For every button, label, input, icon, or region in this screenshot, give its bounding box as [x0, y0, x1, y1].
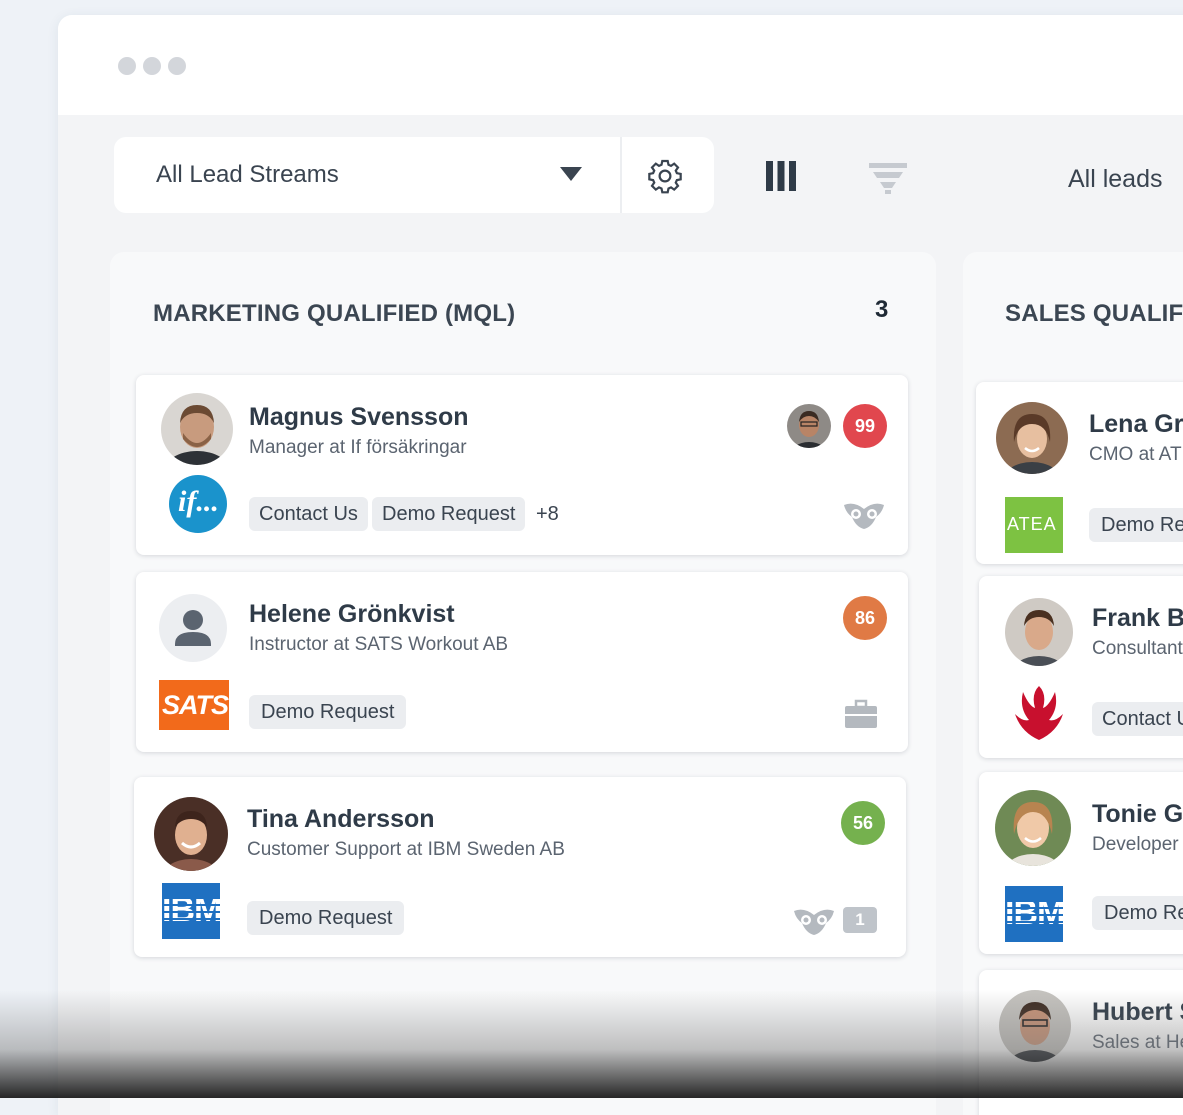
gear-icon[interactable]	[646, 157, 684, 195]
lead-name: Tonie Gr	[1092, 800, 1183, 828]
lead-card[interactable]: Tina Andersson Customer Support at IBM S…	[134, 777, 906, 957]
title-bar	[58, 15, 1183, 115]
lead-stream-dropdown[interactable]: All Lead Streams	[114, 137, 620, 213]
mql-column: MARKETING QUALIFIED (MQL) 3 Magnus Svens…	[110, 252, 936, 1115]
count-badge: 1	[843, 907, 877, 933]
caret-down-icon	[560, 167, 582, 181]
sql-column: SALES QUALIFI Lena Grö CMO at AT ATEA De…	[963, 252, 1183, 1115]
tag-chip[interactable]: Contact Us	[249, 497, 368, 531]
lead-card[interactable]: Lena Grö CMO at AT ATEA Demo Re	[976, 382, 1183, 564]
company-logo-ibm: IBM	[162, 883, 222, 939]
avatar-placeholder	[159, 594, 227, 662]
lead-name: Magnus Svensson	[249, 403, 469, 431]
all-leads-filter[interactable]: All leads	[1068, 165, 1163, 194]
lead-name: Tina Andersson	[247, 805, 435, 833]
avatar	[995, 790, 1071, 866]
tag-chip[interactable]: Demo Request	[249, 695, 407, 729]
lead-card[interactable]: Helene Grönkvist Instructor at SATS Work…	[136, 572, 908, 752]
lead-card[interactable]: Hubert S Sales at He	[979, 970, 1183, 1115]
avatar	[996, 402, 1068, 474]
owl-icon	[794, 909, 834, 935]
owl-icon	[844, 503, 884, 529]
lead-card[interactable]: Frank Ba Consultant Contact U	[979, 576, 1183, 758]
tag-chip[interactable]: Demo Request	[372, 497, 526, 531]
lead-role: CMO at AT	[1089, 444, 1182, 465]
lead-name: Helene Grönkvist	[249, 600, 455, 628]
more-tags-count[interactable]: +8	[536, 503, 559, 526]
divider	[620, 137, 622, 213]
lead-name: Hubert S	[1092, 998, 1183, 1026]
window-dot	[168, 57, 186, 75]
lead-role: Developer	[1092, 834, 1179, 855]
column-title: SALES QUALIFI	[1005, 300, 1183, 327]
lead-role: Sales at He	[1092, 1032, 1183, 1053]
lead-role: Manager at If försäkringar	[249, 437, 467, 458]
lead-stream-selector: All Lead Streams	[114, 137, 714, 213]
lead-role: Instructor at SATS Workout AB	[249, 634, 509, 655]
filter-icon[interactable]	[868, 161, 908, 195]
column-title: MARKETING QUALIFIED (MQL)	[153, 300, 516, 327]
window-dot	[118, 57, 136, 75]
phoenix-logo	[1015, 686, 1063, 740]
company-logo-atea: ATEA	[1005, 497, 1063, 553]
tag-chip[interactable]: Demo Request	[247, 901, 405, 935]
lead-card[interactable]: Magnus Svensson Manager at If försäkring…	[136, 375, 908, 555]
owner-avatar[interactable]	[787, 404, 831, 448]
lead-role: Consultant	[1092, 638, 1183, 659]
avatar	[999, 990, 1071, 1062]
lead-role: Customer Support at IBM Sweden AB	[247, 839, 565, 860]
lead-score-badge: 99	[843, 404, 887, 448]
lead-name: Lena Grö	[1089, 410, 1183, 438]
tag-chip[interactable]: Demo Re	[1092, 896, 1183, 930]
briefcase-icon	[845, 699, 877, 728]
lead-score-badge: 56	[841, 801, 885, 845]
avatar	[1005, 598, 1073, 666]
company-logo-sats: SATS	[159, 680, 229, 730]
column-count: 3	[875, 296, 889, 323]
tag-chip[interactable]: Demo Re	[1089, 508, 1183, 542]
company-logo-if: if...	[169, 475, 227, 533]
columns-view-icon[interactable]	[764, 159, 798, 193]
avatar	[161, 393, 233, 465]
lead-name: Frank Ba	[1092, 604, 1183, 632]
avatar	[154, 797, 228, 871]
company-logo-ibm: IBM	[1005, 886, 1065, 942]
window-dot	[143, 57, 161, 75]
lead-card[interactable]: Tonie Gr Developer IBM Demo Re	[979, 772, 1183, 954]
app-window: All Lead Streams All leads MARKETING QUA…	[58, 15, 1183, 1115]
lead-stream-label: All Lead Streams	[156, 161, 339, 188]
lead-score-badge: 86	[843, 596, 887, 640]
tag-chip[interactable]: Contact U	[1092, 702, 1183, 736]
